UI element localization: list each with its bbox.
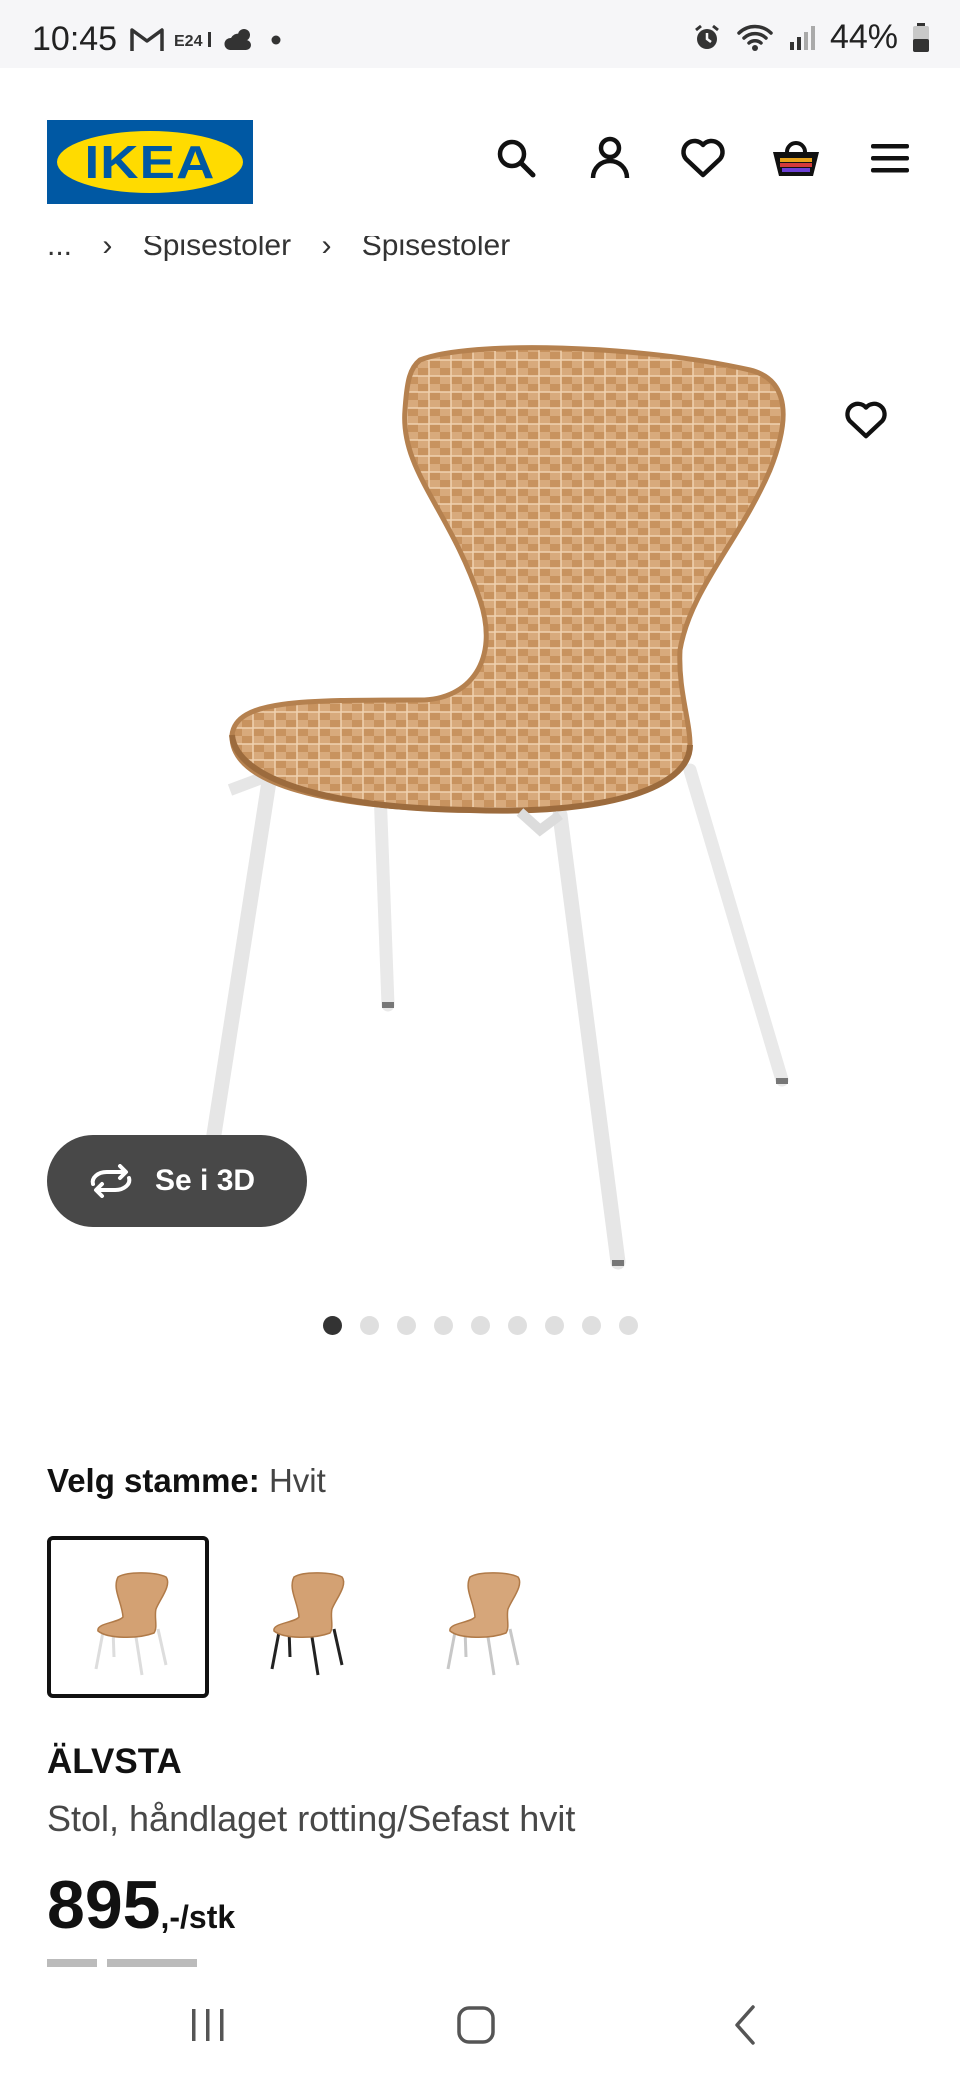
- menu-icon[interactable]: [860, 128, 920, 188]
- breadcrumb-separator: ›: [102, 236, 113, 262]
- weather-icon: [224, 29, 251, 50]
- favorites-heart-icon[interactable]: [673, 128, 733, 188]
- gallery-dot[interactable]: [396, 1316, 416, 1335]
- logo-text: IKEA: [84, 136, 216, 188]
- battery-percent: 44%: [829, 18, 898, 56]
- variant-selected-value: Hvit: [268, 1462, 326, 1499]
- cutoff-text-remnant: [47, 1956, 247, 1968]
- price-unit: ,-/stk: [160, 1899, 236, 1935]
- status-right: 44%: [692, 18, 930, 57]
- alarm-icon: [695, 24, 719, 49]
- system-nav-bar: [0, 1968, 960, 2080]
- rotate-3d-icon: [90, 1164, 132, 1198]
- gallery-dot[interactable]: [544, 1316, 564, 1335]
- site-header: IKEA: [0, 68, 960, 248]
- cart-basket-icon[interactable]: [766, 128, 826, 188]
- home-button[interactable]: [436, 1990, 516, 2060]
- home-icon: [457, 2006, 495, 2044]
- svg-text:E24: E24: [174, 33, 203, 50]
- chair-thumbnail: [270, 1572, 345, 1676]
- breadcrumb-item[interactable]: Spisestoler: [362, 236, 510, 262]
- gallery-dot[interactable]: [433, 1316, 453, 1335]
- status-bar: 10:45 E24 44%: [0, 0, 960, 68]
- breadcrumb-item[interactable]: Spisestoler: [143, 236, 291, 262]
- e24-icon: E24: [174, 32, 211, 50]
- status-left-icons: E24: [130, 26, 284, 54]
- chair-thumbnail: [446, 1572, 521, 1676]
- ikea-logo[interactable]: IKEA: [47, 120, 253, 204]
- breadcrumb-separator: ›: [321, 236, 332, 262]
- add-to-favorites-button[interactable]: [838, 392, 894, 448]
- heart-icon: [845, 401, 887, 439]
- search-icon[interactable]: [486, 128, 546, 188]
- view-3d-label: Se i 3D: [155, 1164, 256, 1197]
- dot-icon: [271, 35, 281, 45]
- gallery-pagination: [0, 1316, 960, 1335]
- wifi-icon: [737, 24, 773, 51]
- gallery-dot[interactable]: [618, 1316, 638, 1335]
- logo-oval: IKEA: [57, 131, 243, 193]
- product-price: 895 ,-/stk: [47, 1866, 235, 1944]
- product-description: Stol, håndlaget rotting/Sefast hvit: [47, 1798, 576, 1839]
- breadcrumb-item[interactable]: ...: [47, 236, 72, 262]
- account-icon[interactable]: [580, 128, 640, 188]
- gallery-dot[interactable]: [470, 1316, 490, 1335]
- view-3d-button[interactable]: Se i 3D: [47, 1135, 307, 1227]
- variant-option-black[interactable]: [223, 1536, 385, 1698]
- variant-option-white-grey[interactable]: [399, 1536, 561, 1698]
- variant-selector-label: Velg stamme: Hvit: [47, 1462, 326, 1500]
- product-name: ÄLVSTA: [47, 1742, 182, 1781]
- variant-option-white[interactable]: [47, 1536, 209, 1698]
- price-amount: 895: [47, 1867, 161, 1943]
- signal-icon: [789, 25, 815, 50]
- gmail-icon: [130, 28, 164, 51]
- breadcrumb: ... › Spisestoler › Spisestoler: [47, 236, 532, 262]
- battery-icon: [913, 22, 929, 52]
- status-time: 10:45: [32, 20, 118, 58]
- gallery-dot[interactable]: [359, 1316, 379, 1335]
- gallery-dot[interactable]: [581, 1316, 601, 1335]
- back-chevron-icon: [735, 2005, 755, 2045]
- chair-thumbnail: [94, 1572, 169, 1676]
- gallery-dot[interactable]: [507, 1316, 527, 1335]
- gallery-dot[interactable]: [322, 1316, 342, 1335]
- recent-apps-icon: [192, 2009, 224, 2041]
- variant-label: Velg stamme:: [47, 1462, 260, 1499]
- variant-options: [47, 1536, 561, 1698]
- recent-apps-button[interactable]: [168, 1990, 248, 2060]
- back-button[interactable]: [706, 1990, 786, 2060]
